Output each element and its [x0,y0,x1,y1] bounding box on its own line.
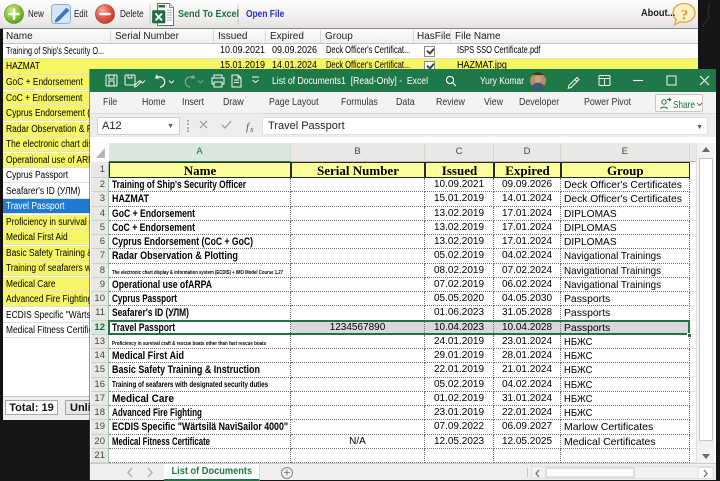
svg-text:Yury Komar: Yury Komar [480,76,525,87]
svg-text:?: ? [681,8,689,24]
svg-text:List of Documents1 [Read-Only: List of Documents1 [Read-Only] - Excel [272,76,428,87]
svg-text:Share: Share [673,99,695,111]
svg-text:x: x [249,125,254,134]
